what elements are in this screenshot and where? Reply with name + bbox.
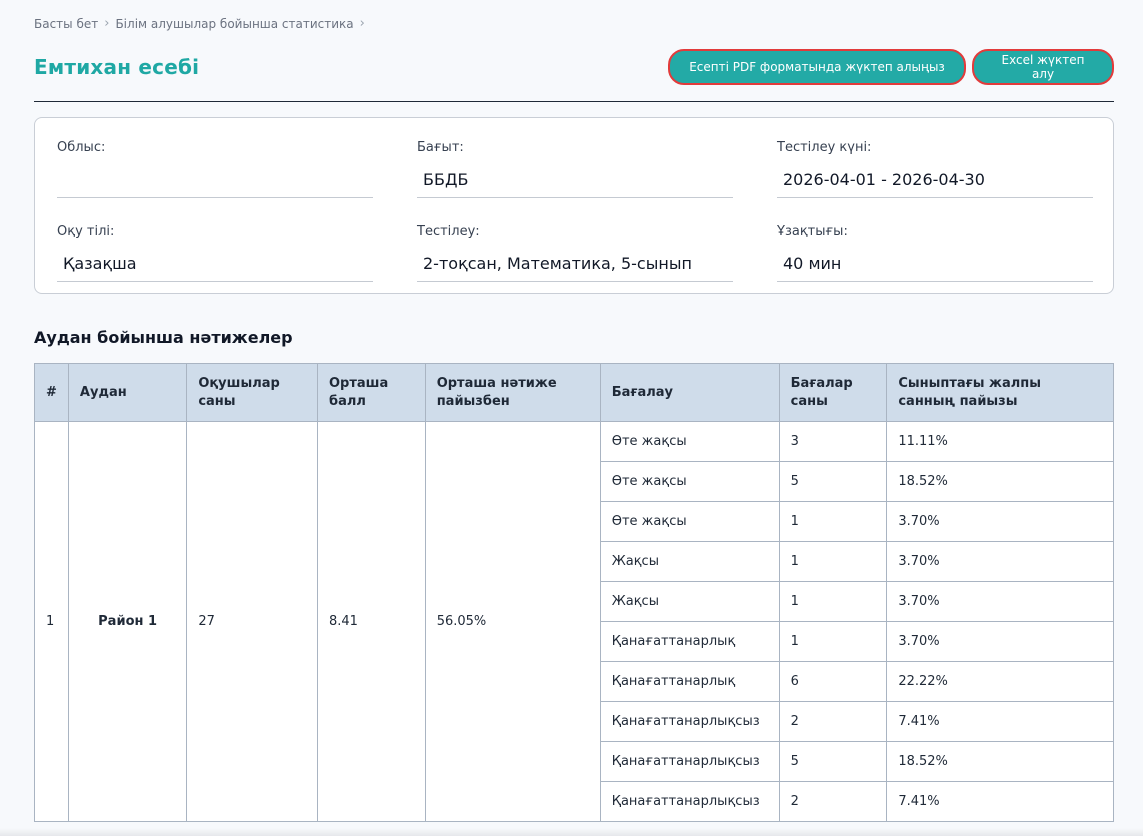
table-row: 1 Район 1 27 8.41 56.05% Өте жақсы 3 11.… <box>34 421 1114 822</box>
column-header: Орташа нәтиже пайызбен <box>424 363 601 422</box>
grade-count-cell: 1 <box>778 581 888 622</box>
grade-percent-cell: 7.41% <box>886 781 1114 822</box>
grade-percent-cell: 3.70% <box>886 501 1114 542</box>
test-date-value: 2026-04-01 - 2026-04-30 <box>777 166 1093 198</box>
grade-count-cell: 2 <box>778 701 888 742</box>
results-section-title: Аудан бойынша нәтижелер <box>34 328 293 347</box>
grade-percent-cell: 22.22% <box>886 661 1114 702</box>
grade-cell: Жақсы <box>599 581 780 622</box>
download-pdf-button[interactable]: Есепті PDF форматында жүктеп алыңыз <box>668 48 966 85</box>
testing-value: 2-тоқсан, Математика, 5-сынып <box>417 250 733 282</box>
test-date-field: Тестілеу күні: 2026-04-01 - 2026-04-30 <box>777 140 1093 210</box>
grade-percent-cell: 3.70% <box>886 541 1114 582</box>
page-header: Емтихан есебі Есепті PDF форматында жүкт… <box>34 32 1114 102</box>
column-header: Сыныптағы жалпы санның пайызы <box>886 363 1114 422</box>
column-header: Бағалау <box>599 363 780 422</box>
grade-percent-cell: 3.70% <box>886 581 1114 622</box>
region-value <box>57 166 373 198</box>
grade-cell: Қанағаттанарлық <box>599 661 780 702</box>
duration-value: 40 мин <box>777 250 1093 282</box>
grade-count-cell: 5 <box>778 461 888 502</box>
direction-field: Бағыт: ББДБ <box>417 140 733 210</box>
grade-cell: Өте жақсы <box>599 461 780 502</box>
testing-field: Тестілеу: 2-тоқсан, Математика, 5-сынып <box>417 224 733 294</box>
direction-label: Бағыт: <box>417 140 464 155</box>
table-header-row: # Аудан Оқушылар саны Орташа балл Орташа… <box>34 363 1114 422</box>
chevron-right-icon: › <box>359 16 365 31</box>
breadcrumb-home-link[interactable]: Басты бет <box>34 17 98 31</box>
grade-percent-cell: 3.70% <box>886 621 1114 662</box>
grade-cell: Қанағаттанарлықсыз <box>599 701 780 742</box>
grade-cell: Өте жақсы <box>599 501 780 542</box>
row-index-cell: 1 <box>34 421 69 822</box>
grade-count-cell: 1 <box>778 501 888 542</box>
grade-cell: Жақсы <box>599 541 780 582</box>
region-label: Облыс: <box>57 140 106 155</box>
grade-percent-cell: 18.52% <box>886 741 1114 782</box>
grade-count-cell: 1 <box>778 541 888 582</box>
breadcrumb-statistics-link[interactable]: Білім алушылар бойынша статистика <box>115 17 353 31</box>
language-label: Оқу тілі: <box>57 223 115 239</box>
header-actions: Есепті PDF форматында жүктеп алыңыз Exce… <box>668 48 1114 85</box>
results-table: # Аудан Оқушылар саны Орташа балл Орташа… <box>34 363 1114 822</box>
students-cell: 27 <box>186 421 318 822</box>
grade-cell: Өте жақсы <box>599 421 780 462</box>
grade-percent-cell: 7.41% <box>886 701 1114 742</box>
grade-cell: Қанағаттанарлық <box>599 621 780 662</box>
avg-percent-cell: 56.05% <box>424 421 601 822</box>
district-cell: Район 1 <box>67 421 188 822</box>
column-header: Бағалар саны <box>778 363 888 422</box>
grade-percent-cell: 18.52% <box>886 461 1114 502</box>
direction-value: ББДБ <box>417 166 733 198</box>
bottom-shadow <box>0 828 1143 836</box>
column-header: # <box>34 363 69 422</box>
grade-cell: Қанағаттанарлықсыз <box>599 781 780 822</box>
testing-label: Тестілеу: <box>417 223 480 239</box>
column-header: Аудан <box>67 363 188 422</box>
page-title: Емтихан есебі <box>34 54 200 79</box>
language-field: Оқу тілі: Қазақша <box>57 224 373 294</box>
grade-cell: Қанағаттанарлықсыз <box>599 741 780 782</box>
grade-count-cell: 2 <box>778 781 888 822</box>
duration-label: Ұзақтығы: <box>777 223 848 239</box>
grade-count-cell: 5 <box>778 741 888 782</box>
column-header: Оқушылар саны <box>186 363 318 422</box>
page: Басты бет › Білім алушылар бойынша стати… <box>0 0 1143 836</box>
filters-card: Облыс: Бағыт: ББДБ Тестілеу күні: 2026-0… <box>34 117 1114 294</box>
grade-count-cell: 6 <box>778 661 888 702</box>
grade-count-cell: 1 <box>778 621 888 662</box>
region-field: Облыс: <box>57 140 373 210</box>
chevron-right-icon: › <box>104 16 110 31</box>
download-excel-button[interactable]: Excel жүктеп алу <box>972 48 1114 85</box>
test-date-label: Тестілеу күні: <box>777 140 872 155</box>
column-header: Орташа балл <box>317 363 426 422</box>
grade-percent-cell: 11.11% <box>886 421 1114 462</box>
language-value: Қазақша <box>57 250 373 282</box>
breadcrumb: Басты бет › Білім алушылар бойынша стати… <box>34 0 1114 32</box>
avg-score-cell: 8.41 <box>317 421 426 822</box>
grade-count-cell: 3 <box>778 421 888 462</box>
duration-field: Ұзақтығы: 40 мин <box>777 224 1093 294</box>
